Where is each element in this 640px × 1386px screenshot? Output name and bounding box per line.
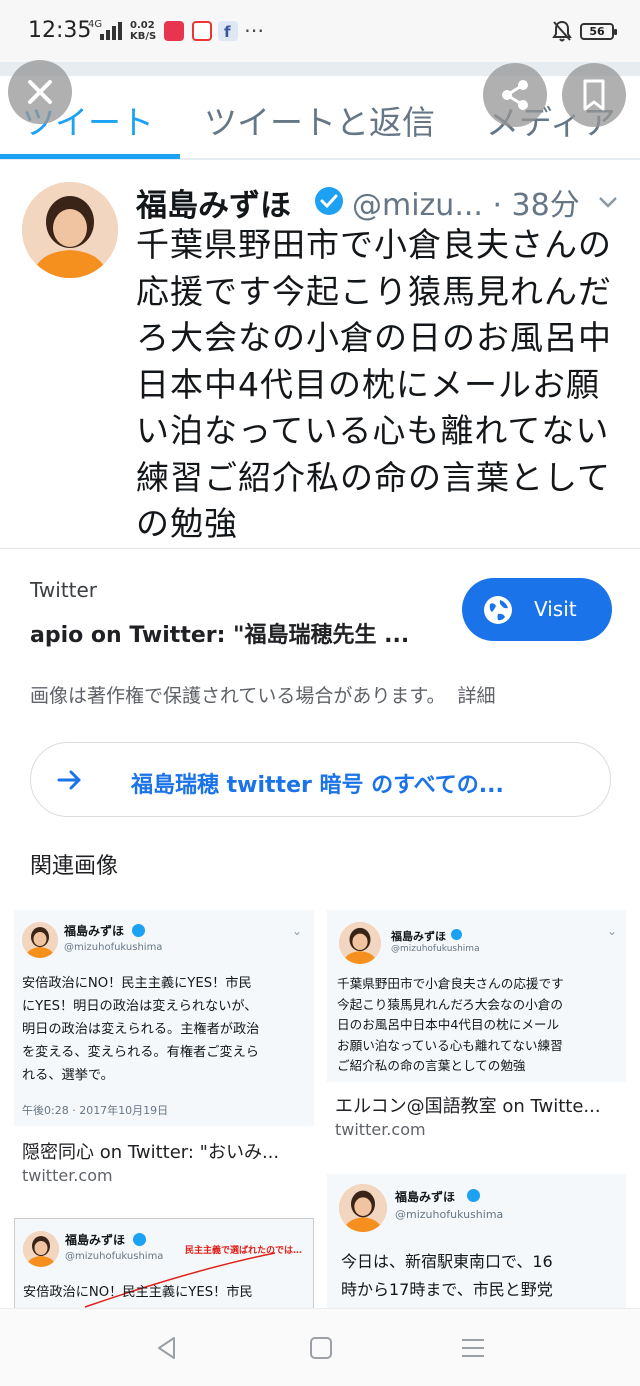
related-thumbnail: 福島みずほ @mizuhofukushima ⌄ 千葉県野田市で小倉良夫さんの応… — [327, 910, 626, 1082]
related-card[interactable]: 福島みずほ @mizuhofukushima ⌄ 安倍政治にNO！民主主義にYE… — [14, 910, 314, 1190]
tweet-line: 応援です今起こり猿馬見れんだ — [136, 271, 612, 311]
close-button[interactable] — [8, 60, 72, 124]
battery-indicator: 56 — [580, 23, 617, 40]
related-card[interactable]: 福島みずほ @mizuhofukushima 今日は、新宿駅東南口で、16 時か… — [327, 1174, 626, 1308]
related-images-heading: 関連画像 — [30, 854, 119, 879]
related-thumbnail: 福島みずほ @mizuhofukushima 民主主義で選ばれたのでは… 安倍政… — [14, 1218, 314, 1308]
related-card-title: 隠密同心 on Twitter: "おいみ... — [22, 1142, 280, 1163]
menu-icon — [462, 1339, 484, 1357]
related-card-site: twitter.com — [335, 1120, 426, 1139]
verified-icon — [467, 1189, 480, 1202]
thumb-tweet-text: 安倍政治にNO！民主主義にYES！市民 — [23, 1285, 253, 1300]
thumb-handle: @mizuhofukushima — [391, 944, 480, 954]
network-speed: 0.02 KB/S — [130, 20, 156, 42]
facebook-icon: f — [218, 21, 238, 41]
share-button[interactable] — [483, 63, 547, 127]
system-nav-bar — [0, 1308, 640, 1386]
related-card[interactable]: 福島みずほ @mizuhofukushima ⌄ 千葉県野田市で小倉良夫さんの応… — [327, 910, 626, 1150]
more-notifications-icon: ⋯ — [244, 18, 264, 42]
thumb-tweet-text: 千葉県野田市で小倉良夫さんの応援です 今起こり猿馬見れんだろ大会なの小倉の 日の… — [337, 976, 564, 1073]
globe-icon — [482, 594, 514, 626]
thumb-date: 午後0:28 · 2017年10月19日 — [22, 1104, 169, 1117]
copyright-text: 画像は著作権で保護されている場合があります。 — [30, 685, 446, 707]
save-button[interactable] — [562, 63, 626, 127]
tweet-line: 日本中4代目の枕にメールお願 — [136, 364, 600, 404]
copyright-notice: 画像は著作権で保護されている場合があります。 詳細 — [30, 681, 496, 708]
thumb-avatar — [339, 922, 381, 964]
author-avatar — [22, 182, 118, 278]
back-button[interactable] — [154, 1335, 180, 1361]
verified-icon — [133, 1233, 146, 1246]
home-button[interactable] — [308, 1335, 334, 1361]
svg-text:f: f — [224, 23, 231, 41]
chevron-down-icon — [598, 194, 618, 208]
related-card-site: twitter.com — [22, 1166, 113, 1185]
divider — [0, 548, 640, 549]
related-thumbnail: 福島みずほ @mizuhofukushima 今日は、新宿駅東南口で、16 時か… — [327, 1174, 626, 1308]
arrow-right-icon — [57, 767, 83, 793]
visit-label: Visit — [534, 597, 577, 621]
preview-image[interactable]: ツイート ツイートと返信 メディア 福島みずほ @mizu... · 38分 千… — [0, 62, 640, 548]
source-title[interactable]: apio on Twitter: "福島瑞穂先生 ... — [30, 617, 409, 649]
thumb-author-name: 福島みずほ — [65, 1233, 126, 1247]
tweet-line: ろ大会なの小倉の日のお風呂中 — [136, 318, 612, 357]
speed-value: 0.02 — [130, 20, 155, 31]
details-link[interactable]: 詳細 — [458, 685, 496, 707]
related-search-chip[interactable]: 福島瑞穂 twitter 暗号 のすべての... — [30, 742, 611, 817]
verified-icon — [314, 186, 344, 216]
chevron-down-icon: ⌄ — [292, 924, 303, 938]
bell-off-icon — [552, 20, 572, 42]
status-time: 12:35 — [28, 18, 92, 43]
back-icon — [158, 1337, 175, 1359]
tweet-line: い泊なっている心も離れてない — [136, 411, 610, 450]
thumb-avatar — [339, 1184, 387, 1232]
author-handle-time: @mizu... · 38分 — [352, 188, 580, 223]
related-card-title: エルコン@国語教室 on Twitte... — [335, 1096, 601, 1117]
related-thumbnail: 福島みずほ @mizuhofukushima ⌄ 安倍政治にNO！民主主義にYE… — [14, 910, 314, 1126]
share-icon — [502, 80, 528, 110]
thumb-author-name: 福島みずほ — [391, 930, 446, 943]
visit-button[interactable]: Visit — [462, 578, 612, 641]
thumb-tweet-text: 安倍政治にNO！民主主義にYES！市民 にYES！明日の政治は変えられないが、 … — [22, 976, 260, 1083]
tweet-line: の勉強 — [136, 504, 238, 543]
active-tab-indicator — [0, 154, 180, 159]
author-name: 福島みずほ — [136, 188, 291, 224]
thumb-author-name: 福島みずほ — [64, 924, 125, 938]
home-icon — [310, 1337, 332, 1359]
tweet-text: 千葉県野田市で小倉良夫さんの 応援です今起こり猿馬見れんだ ろ大会なの小倉の日の… — [136, 222, 626, 548]
tweet-line: 千葉県野田市で小倉良夫さんの — [136, 225, 612, 264]
thumb-avatar — [22, 922, 58, 958]
verified-icon — [132, 924, 145, 937]
thumb-tweet-text: 今日は、新宿駅東南口で、16 時から17時まで、市民と野党 — [341, 1252, 553, 1299]
source-site: Twitter — [30, 578, 98, 602]
close-icon — [28, 80, 52, 104]
speed-unit: KB/S — [130, 31, 157, 42]
related-search-text: 福島瑞穂 twitter 暗号 のすべての... — [131, 773, 504, 798]
verified-icon — [451, 929, 462, 940]
app-notification-icon — [164, 21, 184, 41]
related-card[interactable]: 福島みずほ @mizuhofukushima 民主主義で選ばれたのでは… 安倍政… — [14, 1218, 314, 1308]
thumb-handle: @mizuhofukushima — [64, 942, 163, 953]
tweet-line: 練習ご紹介私の命の言葉として — [136, 457, 612, 497]
thumb-author-name: 福島みずほ — [395, 1190, 456, 1204]
tab-tweets-and-replies: ツイートと返信 — [204, 103, 435, 142]
status-bar: 12:35 4G 0.02 KB/S f ⋯ 56 — [0, 0, 640, 62]
signal-icon — [100, 22, 124, 40]
chevron-down-icon: ⌄ — [607, 924, 618, 938]
bookmark-icon — [583, 79, 605, 111]
thumb-handle: @mizuhofukushima — [395, 1208, 504, 1221]
app-notification-icon — [192, 21, 212, 41]
recents-button[interactable] — [460, 1335, 486, 1361]
thumb-avatar — [23, 1231, 59, 1267]
